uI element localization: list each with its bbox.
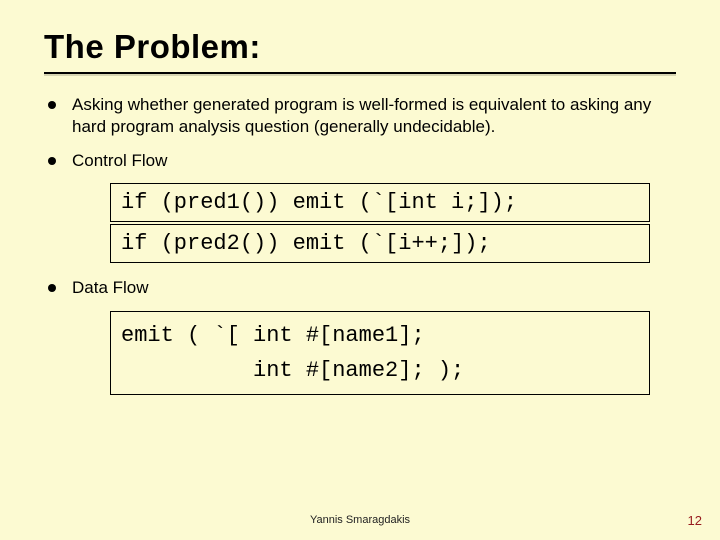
control-flow-code-group: if (pred1()) emit (`[int i;]); if (pred2… <box>110 183 650 263</box>
code-box-cf2: if (pred2()) emit (`[i++;]); <box>110 224 650 263</box>
bullet-list: Asking whether generated program is well… <box>44 94 676 171</box>
data-flow-code-group: emit ( `[ int #[name1]; int #[name2]; ); <box>110 311 650 395</box>
bullet-list-2: Data Flow <box>44 277 676 299</box>
bullet-item-1: Asking whether generated program is well… <box>44 94 676 138</box>
slide-title: The Problem: <box>44 28 676 66</box>
page-number: 12 <box>688 513 702 528</box>
bullet-item-3: Data Flow <box>44 277 676 299</box>
code-box-cf1: if (pred1()) emit (`[int i;]); <box>110 183 650 222</box>
bullet-item-2: Control Flow <box>44 150 676 172</box>
code-box-df: emit ( `[ int #[name1]; int #[name2]; ); <box>110 311 650 395</box>
title-underline <box>44 72 676 74</box>
footer-author: Yannis Smaragdakis <box>0 514 720 526</box>
